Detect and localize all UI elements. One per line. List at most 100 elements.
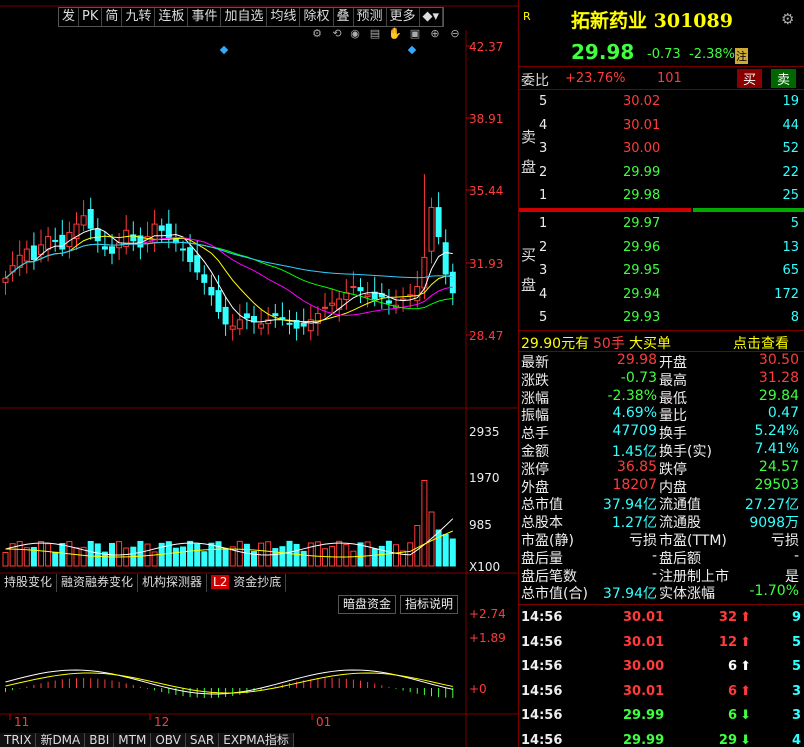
candle-body [222, 306, 229, 325]
volume-bar [180, 546, 186, 567]
candle-body [279, 317, 286, 320]
hand-icon[interactable]: ✋ [388, 27, 402, 41]
order-price: 29.99 [623, 164, 661, 180]
up-arrow-icon: ⬆ [740, 683, 751, 699]
tick-row: 14:56 29.99 29 ⬇ 4 [519, 730, 804, 747]
order-price: 29.95 [623, 263, 661, 278]
toolbar-button-10[interactable]: 预测 [354, 8, 387, 26]
toolbar-button-0[interactable]: 发 [59, 8, 80, 26]
toolbar-button-5[interactable]: 事件 [188, 8, 222, 26]
candle-body [350, 286, 357, 289]
toolbar-button-7[interactable]: 均线 [267, 8, 301, 26]
order-level: 2 [539, 164, 548, 180]
toolbar-button-6[interactable]: 加自选 [221, 8, 268, 26]
cycle-icon[interactable]: ⟲ [330, 27, 344, 41]
order-price: 29.98 [623, 188, 661, 203]
kline-svg[interactable]: 42.37 38.91 35.44 31.93 28.47 2935 1970 985 X100… [0, 0, 518, 747]
tick-price: 30.01 [623, 610, 665, 625]
toolbar-button-3[interactable]: 九转 [122, 8, 156, 26]
buy-orders-row[interactable]: 3 29.95 65 [519, 260, 804, 282]
candle-body [286, 322, 293, 325]
print-icon[interactable]: ▤ [368, 27, 382, 41]
tick-time: 14:56 [521, 634, 563, 650]
stock-change: -0.73 [647, 47, 681, 62]
order-volume: 25 [782, 188, 799, 203]
candle-body [59, 234, 66, 250]
stat-value: 30.50 [758, 352, 799, 368]
tab-bbi[interactable]: BBI [85, 733, 115, 747]
buy-orders-row[interactable]: 5 29.93 8 [519, 307, 804, 329]
volume-bar [45, 543, 52, 567]
volume-bar [272, 548, 279, 567]
sell-orders-row[interactable]: 5 30.02 19 [519, 91, 804, 113]
candle-body [2, 277, 9, 283]
sell-orders-row[interactable]: 2 29.99 22 [519, 162, 804, 184]
tab-obv[interactable]: OBV [151, 733, 186, 747]
buy-orders-row[interactable]: 1 29.97 5 [519, 213, 804, 235]
tick-time: 14:56 [521, 659, 563, 674]
stat-value: 29.98 [616, 352, 657, 368]
sell-orders-row[interactable]: 3 30.00 52 [519, 138, 804, 160]
sell-orders-row[interactable]: 1 29.98 25 [519, 185, 804, 207]
indicator-help-button[interactable]: 指标说明 [400, 595, 459, 614]
tick-count: 4 [791, 732, 801, 747]
candle-body [80, 215, 87, 226]
stat-value: -0.73 [620, 369, 657, 386]
zoom-in-icon[interactable]: ⊕ [428, 27, 442, 41]
tab-margin-change[interactable]: 融资融券变化 [57, 574, 139, 592]
stat-row: 涨幅 -2.38% 最低 29.84 [519, 388, 804, 407]
stat-row: 外盘 18207 内盘 29503 [519, 477, 804, 496]
toolbar-more-arrows-icon[interactable]: ◆▾ [420, 8, 444, 26]
buy-orders-row[interactable]: 2 29.96 13 [519, 237, 804, 259]
tab-expma[interactable]: EXPMA指标 [219, 733, 294, 747]
big-order-price: 29.90元有 [521, 336, 590, 352]
settings-icon[interactable]: ⚙ [781, 10, 794, 28]
tab-holding-change[interactable]: 持股变化 [0, 574, 58, 592]
dark-pool-button[interactable]: 暗盘资金 [338, 595, 397, 614]
kline-chart-panel[interactable]: 42.37 38.91 35.44 31.93 28.47 2935 1970 985 X100… [0, 0, 518, 747]
volume-bar [116, 541, 123, 567]
candle-body [158, 225, 165, 231]
webi-diff: 101 [657, 71, 682, 86]
sell-orders-row[interactable]: 4 30.01 44 [519, 115, 804, 137]
stock-name: 拓新药业 301089 [571, 6, 733, 33]
order-price: 29.97 [623, 216, 661, 231]
order-level: 5 [539, 310, 548, 325]
date-tick-label: 01 [316, 715, 331, 729]
stat-row: 盘后量 - 盘后额 - [519, 548, 804, 567]
fit-icon[interactable]: ▣ [408, 27, 422, 41]
toolbar-button-1[interactable]: PK [79, 8, 103, 26]
toolbar-button-4[interactable]: 连板 [155, 8, 189, 26]
stat-row: 金额 1.45亿 换手(实) 7.41% [519, 441, 804, 460]
toolbar-button-9[interactable]: 叠 [334, 8, 354, 26]
zoom-out-icon[interactable]: ⊖ [448, 27, 462, 41]
tab-bottom-fishing-label: 资金抄底 [233, 575, 282, 589]
buy-orders-row[interactable]: 4 29.94 172 [519, 284, 804, 306]
volume-bar [343, 544, 350, 567]
tab-sar[interactable]: SAR [185, 733, 220, 747]
big-order-link[interactable]: 点击查看 [733, 333, 789, 353]
order-price: 30.02 [623, 94, 661, 109]
eye-icon[interactable]: ◉ [348, 27, 362, 41]
tab-mtm[interactable]: MTM [114, 733, 152, 747]
toolbar-button-2[interactable]: 简 [102, 8, 123, 26]
tab-newdma[interactable]: 新DMA [36, 733, 86, 747]
toolbar-button-11[interactable]: 更多 [387, 8, 420, 26]
tab-trix[interactable]: TRIX [0, 733, 37, 747]
indicator-tick-label: +0 [469, 682, 487, 696]
buy-button[interactable]: 买 [737, 69, 763, 88]
volume-bar [371, 548, 378, 567]
down-arrow-icon: ⬇ [740, 708, 751, 723]
settings-icon[interactable]: ⚙ [310, 27, 324, 41]
candle-body [215, 290, 222, 312]
order-volume: 172 [774, 286, 799, 302]
tab-bottom-fishing[interactable]: L2 资金抄底 [207, 574, 287, 592]
sell-button[interactable]: 卖 [771, 69, 797, 88]
stat-value: - [651, 565, 657, 582]
candle-body [23, 248, 30, 262]
tick-time: 14:56 [521, 732, 563, 747]
tab-institution-detector[interactable]: 机构探测器 [138, 574, 208, 592]
toolbar-button-8[interactable]: 除权 [300, 8, 334, 26]
order-price: 30.00 [623, 141, 661, 156]
stat-value: 36.85 [616, 458, 657, 475]
